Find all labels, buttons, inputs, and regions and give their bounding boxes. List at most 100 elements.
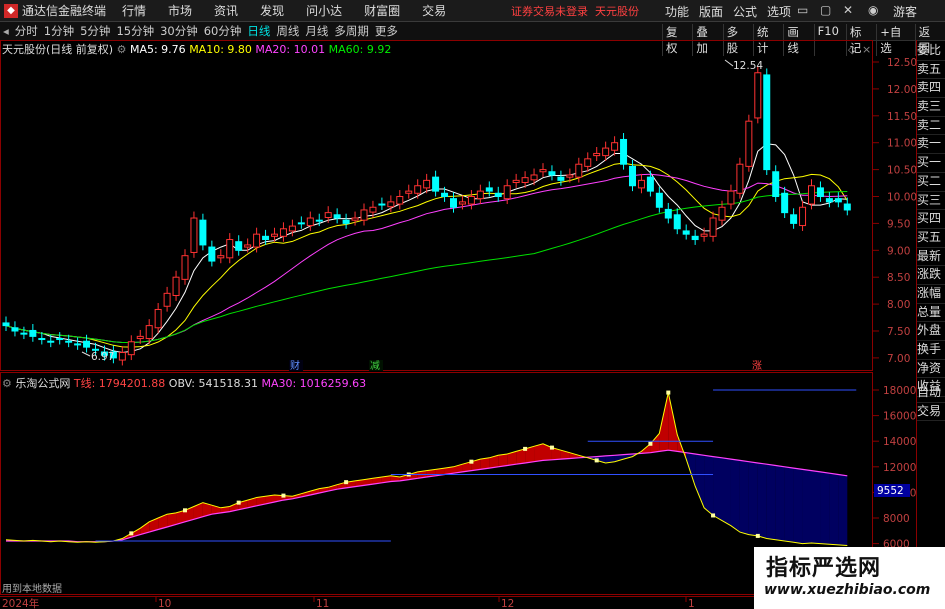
candle-down — [378, 203, 386, 206]
tool-stats[interactable]: 统计 — [752, 24, 779, 56]
quote-label-outer[interactable]: 外盘 — [917, 322, 945, 341]
finance-marker[interactable]: 财 — [290, 359, 300, 372]
period-more[interactable]: 更多 — [375, 23, 398, 39]
close-icon[interactable]: ✕ — [843, 3, 853, 17]
period-1min[interactable]: 1分钟 — [44, 23, 74, 39]
candle-up — [288, 225, 296, 232]
indicator-fill-up — [471, 459, 481, 471]
menu-item-wealth[interactable]: 财富圈 — [364, 2, 400, 19]
candle-down — [450, 198, 457, 208]
period-nav-icon[interactable]: ◂ — [3, 24, 9, 38]
menu-item-function[interactable]: 功能 — [665, 3, 689, 20]
indicator-fill-down — [793, 468, 803, 544]
indicator-fill-down — [713, 456, 722, 521]
indicator-fill-down — [68, 541, 78, 543]
candle-up — [584, 158, 592, 167]
quote-label-bid4[interactable]: 买四 — [917, 210, 945, 229]
indicator-fill-down — [623, 454, 633, 460]
price-axis-label: 11.00 — [887, 138, 917, 150]
indicator-fill-up — [310, 488, 320, 495]
menu-item-news[interactable]: 资讯 — [214, 2, 238, 19]
quote-label-change-pct[interactable]: 涨幅 — [917, 285, 945, 304]
menu-item-options[interactable]: 选项 — [767, 3, 791, 20]
price-axis-label: 11.50 — [887, 111, 917, 123]
menu-item-assistant[interactable]: 问小达 — [306, 2, 342, 19]
price-axis-label: 8.50 — [887, 272, 910, 284]
period-15min[interactable]: 15分钟 — [116, 23, 154, 39]
quote-label-bid2[interactable]: 买二 — [917, 173, 945, 192]
period-5min[interactable]: 5分钟 — [80, 23, 110, 39]
minimize-icon[interactable]: ▭ — [797, 3, 808, 17]
quote-label-turnover[interactable]: 换手 — [917, 341, 945, 360]
indicator-dot — [236, 500, 241, 505]
ma20-line — [5, 173, 848, 343]
period-toolbar: ◂ 分时 1分钟 5分钟 15分钟 30分钟 60分钟 日线 周线 月线 多周期… — [0, 22, 945, 56]
quote-label-bid1[interactable]: 买一 — [917, 154, 945, 173]
quote-label-ask4[interactable]: 卖四 — [917, 79, 945, 99]
date-label-jan: 1 — [688, 598, 695, 609]
quote-label-nav[interactable]: 净资 — [917, 360, 945, 379]
menu-item-formula[interactable]: 公式 — [733, 3, 757, 20]
restore-icon[interactable]: ▢ — [820, 3, 831, 17]
menu-item-layout[interactable]: 版面 — [699, 3, 723, 20]
candle-down — [557, 176, 565, 181]
indicator-fill-down — [605, 455, 615, 463]
menu-item-trade[interactable]: 交易 — [422, 2, 446, 19]
login-notice[interactable]: 证券交易未登录 天元股份 — [511, 3, 639, 19]
indicator-fill-up — [498, 454, 508, 467]
indicator-fill-down — [838, 474, 848, 546]
period-monthly[interactable]: 月线 — [305, 23, 328, 39]
ma-lines — [5, 143, 848, 354]
quote-label-ask1[interactable]: 卖一 — [917, 135, 945, 155]
quote-label-ask5[interactable]: 卖五 — [917, 61, 945, 80]
candles — [2, 66, 851, 366]
quote-label-last[interactable]: 最新 — [917, 248, 945, 267]
quote-label-bid5[interactable]: 买五 — [917, 229, 945, 248]
menu-item-discover[interactable]: 发现 — [260, 2, 284, 19]
candle-up — [611, 142, 619, 151]
period-60min[interactable]: 60分钟 — [204, 23, 242, 39]
indicator-fill-up — [23, 540, 33, 542]
stock-name[interactable]: 天元股份(日线 前复权) — [2, 43, 113, 56]
indicator-fill-up — [229, 502, 239, 512]
candle-up — [279, 228, 287, 237]
indicator-gear-icon[interactable]: ⚙ — [2, 377, 12, 390]
trade-label[interactable]: 交易 — [917, 403, 945, 422]
menu-item-market[interactable]: 市场 — [168, 2, 192, 19]
tool-draw[interactable]: 画线 — [783, 24, 809, 56]
guest-label[interactable]: 游客 — [893, 3, 917, 20]
quote-label-volume[interactable]: 总量 — [917, 304, 945, 323]
tool-f10[interactable]: F10 — [813, 24, 842, 56]
candle-down — [629, 165, 636, 187]
quote-label-order-ratio[interactable]: 委比 — [917, 42, 945, 61]
candle-up — [414, 185, 422, 194]
period-multi[interactable]: 多周期 — [334, 23, 369, 39]
quote-label-ask2[interactable]: 卖二 — [917, 117, 945, 136]
period-30min[interactable]: 30分钟 — [160, 23, 198, 39]
settings-gear-icon[interactable]: ⚙ — [117, 43, 127, 56]
reduce-marker[interactable]: 减 — [370, 360, 380, 372]
period-intraday[interactable]: 分时 — [15, 23, 38, 39]
rise-marker[interactable]: 涨 — [752, 360, 762, 372]
user-icon[interactable]: ◉ — [868, 3, 878, 17]
candle-up — [539, 169, 547, 173]
candle-down — [342, 219, 350, 224]
low-price-pointer — [81, 351, 91, 357]
indicator-fill-up — [426, 469, 436, 478]
tool-multi-stock[interactable]: 多股 — [722, 24, 749, 56]
tool-mark[interactable]: 标记 — [845, 24, 872, 56]
tool-adjust[interactable]: 复权 — [662, 24, 688, 56]
indicator-name[interactable]: 乐淘公式网 — [15, 377, 70, 390]
candle-up — [602, 147, 610, 157]
candle-down — [494, 192, 502, 198]
period-weekly[interactable]: 周线 — [276, 23, 299, 39]
tool-overlay[interactable]: 叠加 — [692, 24, 718, 56]
auto-label[interactable]: 自动 — [917, 384, 945, 403]
menu-item-quotes[interactable]: 行情 — [122, 2, 146, 19]
quote-label-bid3[interactable]: 买三 — [917, 192, 945, 211]
quote-label-ask3[interactable]: 卖三 — [917, 98, 945, 117]
candle-up — [145, 325, 153, 340]
period-daily[interactable]: 日线 — [247, 23, 270, 39]
quote-label-change[interactable]: 涨跌 — [917, 266, 945, 285]
tool-add-watchlist[interactable]: +自选 — [876, 24, 910, 56]
